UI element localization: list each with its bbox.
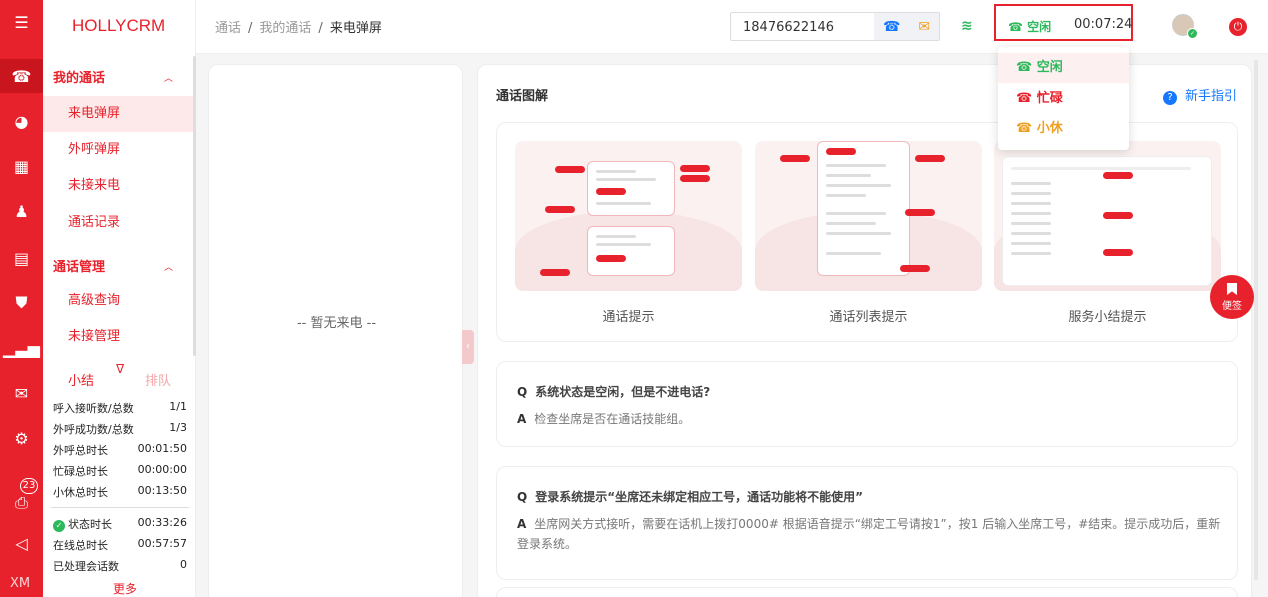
phone-icon: ☎: [1008, 20, 1023, 34]
phone-number-value[interactable]: 18476622146: [743, 20, 834, 35]
notification-badge: 23: [20, 478, 38, 494]
faq-item: Q 登录系统提示“坐席还未绑定相应工号，通话功能将不能使用” A 坐席网关方式接听，…: [496, 466, 1238, 580]
sms-icon[interactable]: ✉: [918, 19, 930, 35]
more-button[interactable]: 更多: [113, 580, 137, 597]
faq-item: Q 系统状态是空闲，但是不进电话? A 检查坐席是否在通话技能组。: [496, 361, 1238, 447]
online-check-icon: ✓: [1187, 28, 1198, 39]
question-icon: ?: [1163, 91, 1177, 105]
phone-input[interactable]: 18476622146 ☎ ✉: [730, 12, 940, 41]
sidebar-item-incoming-popup[interactable]: 来电弹屏: [43, 96, 193, 132]
announce-icon[interactable]: ◁: [0, 526, 43, 560]
breadcrumb-item[interactable]: 我的通话: [259, 21, 311, 36]
guide-thumbnail-service-summary[interactable]: [994, 141, 1221, 291]
help-link[interactable]: ? 新手指引: [1163, 85, 1237, 105]
top-header: 通话 / 我的通话 / 来电弹屏 18476622146 ☎ ✉ ≋ ☎ 空闲 00:0…: [196, 0, 1268, 54]
guide-title: 通话图解: [496, 89, 549, 104]
nav-group-my-calls[interactable]: 我的通话: [53, 67, 105, 86]
chat-icon[interactable]: ◕: [0, 104, 43, 138]
status-option-idle[interactable]: ☎ 空闲: [998, 53, 1129, 83]
gear-icon[interactable]: ⚙: [0, 421, 43, 455]
breadcrumb-item[interactable]: 通话: [215, 21, 241, 36]
check-icon: ✓: [53, 520, 65, 532]
faq-answer: A 检查坐席是否在通话技能组。: [517, 412, 691, 426]
tab-queue[interactable]: 排队: [145, 370, 171, 389]
nav-group-call-management[interactable]: 通话管理: [53, 256, 105, 275]
bar-chart-icon[interactable]: ▁▃▅: [0, 331, 43, 365]
sidebar-item-missed-management[interactable]: 未接管理: [43, 319, 193, 355]
summary-tabs: 小结 ᐁ 排队: [43, 362, 193, 392]
main-scrollbar[interactable]: [1254, 60, 1258, 580]
guide-caption: 服务小结提示: [1068, 310, 1147, 325]
sidebar-item-advanced-search[interactable]: 高级查询: [43, 283, 193, 319]
stat-row: 忙碌总时长 00:00:00: [53, 463, 187, 478]
guide-thumbnail-call-list[interactable]: [755, 141, 982, 291]
user-icon[interactable]: ♟: [0, 194, 43, 228]
collapse-handle[interactable]: ‹: [462, 330, 474, 364]
faq-item: [496, 587, 1238, 597]
sidebar-item-outbound-popup[interactable]: 外呼弹屏: [43, 132, 193, 168]
status-dropdown: ☎ 空闲 ☎ 忙碌 ☎ 小休: [998, 47, 1129, 150]
notification-icon[interactable]: ⎙ 23: [0, 478, 43, 520]
clipboard-icon[interactable]: ▤: [0, 241, 43, 275]
chevron-up-icon[interactable]: ︿: [164, 260, 173, 273]
menu-icon[interactable]: ☰: [0, 5, 43, 39]
faq-question: Q 系统状态是空闲，但是不进电话?: [517, 385, 711, 399]
stat-row: 外呼成功数/总数 1/3: [53, 421, 187, 436]
wifi-icon: ≋: [961, 18, 973, 34]
incoming-call-panel: -- 暂无来电 --: [208, 64, 463, 597]
faq-question: Q 登录系统提示“坐席还未绑定相应工号，通话功能将不能使用”: [517, 490, 863, 504]
sidebar-item-call-log[interactable]: 通话记录: [43, 205, 193, 241]
memo-button[interactable]: 便签: [1210, 275, 1254, 319]
bookmark-icon: [1227, 283, 1237, 295]
power-icon[interactable]: ⏻: [1229, 18, 1247, 36]
status-timer: 00:07:24: [1074, 17, 1133, 32]
brand-logo: HOLLYCRM: [72, 16, 166, 35]
guide-caption: 通话提示: [602, 310, 655, 325]
user-initials: XM: [10, 576, 31, 591]
call-guide-panel: 通话图解 ? 新手指引 通话提示 通话列表提示 服务小结提示 Q 系统状态是空闲…: [477, 64, 1252, 597]
sidebar: HOLLYCRM 我的通话 ︿ 来电弹屏 外呼弹屏 未接来电 通话记录 通话管理…: [43, 0, 196, 597]
agent-status-selector[interactable]: ☎ 空闲 00:07:24: [994, 4, 1133, 41]
phone-toolbar: ☎ ✉: [874, 13, 939, 40]
stat-row: 已处理会话数 0: [53, 558, 187, 573]
status-label: ☎ 空闲: [1008, 20, 1052, 34]
sidebar-scrollbar[interactable]: [193, 56, 196, 356]
breadcrumb: 通话 / 我的通话 / 来电弹屏: [215, 21, 382, 36]
shield-icon[interactable]: ⛊: [0, 286, 43, 320]
divider: [51, 507, 189, 508]
stat-row: 在线总时长 00:57:57: [53, 537, 187, 552]
faq-answer: A 坐席网关方式接听，需要在话机上拨打0000# 根据语音提示“绑定工号请按1”，…: [517, 517, 1221, 551]
stat-row: 外呼总时长 00:01:50: [53, 442, 187, 457]
guide-cards: 通话提示 通话列表提示 服务小结提示: [496, 122, 1238, 342]
tab-summary[interactable]: 小结: [68, 370, 94, 389]
stat-row: 小休总时长 00:13:50: [53, 484, 187, 499]
dial-icon[interactable]: ☎: [883, 19, 900, 35]
guide-caption: 通话列表提示: [829, 310, 908, 325]
status-option-busy[interactable]: ☎ 忙碌: [998, 84, 1129, 114]
stat-row: 呼入接听数/总数 1/1: [53, 400, 187, 415]
stat-row: ✓ 状态时长 00:33:26: [53, 516, 187, 532]
filter-icon[interactable]: ᐁ: [116, 362, 124, 376]
status-option-break[interactable]: ☎ 小休: [998, 114, 1129, 144]
chevron-up-icon[interactable]: ︿: [164, 71, 173, 84]
sidebar-item-missed-calls[interactable]: 未接来电: [43, 168, 193, 204]
phone-icon[interactable]: ☎: [0, 59, 43, 93]
guide-thumbnail-call[interactable]: [515, 141, 742, 291]
grid-icon[interactable]: ▦: [0, 149, 43, 183]
message-icon[interactable]: ✉: [0, 376, 43, 410]
empty-state: -- 暂无来电 --: [296, 316, 377, 331]
icon-rail: ☰ ☎ ◕ ▦ ♟ ▤ ⛊ ▁▃▅ ✉ ⚙ ⎙ 23 ◁ XM: [0, 0, 43, 597]
breadcrumb-current: 来电弹屏: [329, 21, 382, 36]
